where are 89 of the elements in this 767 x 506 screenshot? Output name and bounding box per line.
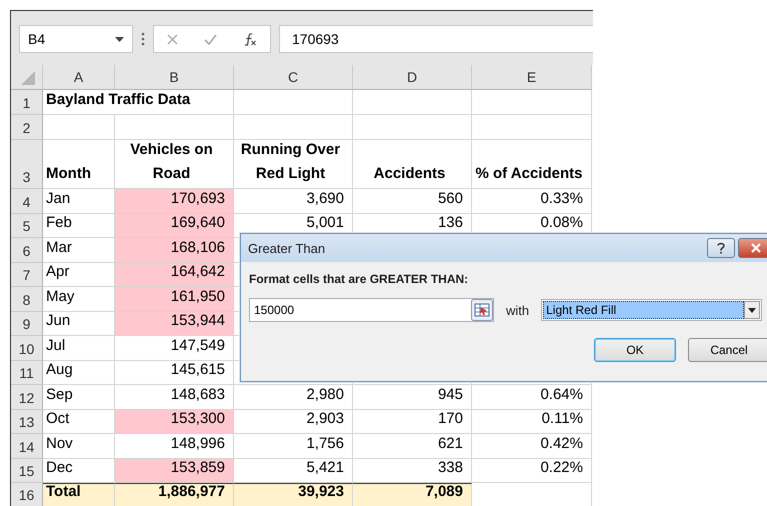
table-cell: 169,640 <box>115 214 234 238</box>
table-cell: Bayland Traffic Data <box>43 90 234 115</box>
table-cell: 0.64% <box>472 385 592 410</box>
table-cell: May <box>43 287 115 312</box>
table-cell: Total <box>43 483 115 506</box>
range-picker-icon[interactable] <box>471 299 493 321</box>
row-header[interactable]: 15 <box>11 458 43 483</box>
table-cell: 0.22% <box>472 458 592 483</box>
row-header[interactable]: 10 <box>11 336 43 360</box>
table-cell: 338 <box>353 458 472 483</box>
table-cell: 153,300 <box>115 410 234 434</box>
table-cell: 1,886,977 <box>115 483 234 506</box>
row-header[interactable]: 12 <box>11 385 43 410</box>
grip-icon <box>141 32 145 46</box>
prompt-label: Format cells that are GREATER THAN: <box>249 272 470 286</box>
table-cell: Month <box>43 140 115 189</box>
table-cell: Vehicles on Road <box>115 140 234 189</box>
column-header[interactable]: E <box>472 65 592 90</box>
table-cell: 170 <box>353 410 472 434</box>
table-cell: Dec <box>43 458 115 483</box>
column-header[interactable]: D <box>353 65 472 90</box>
function-icon[interactable] <box>243 32 257 46</box>
table-cell: Jan <box>43 189 115 214</box>
corner-triangle-icon <box>18 69 34 85</box>
table-cell: 148,996 <box>115 434 234 458</box>
row-header[interactable]: 11 <box>11 360 43 385</box>
table-cell: 0.11% <box>472 410 592 434</box>
column-header[interactable]: B <box>115 65 234 90</box>
row-header[interactable]: 16 <box>11 483 43 506</box>
help-button[interactable] <box>707 238 735 258</box>
row-header[interactable]: 14 <box>11 434 43 458</box>
table-cell: 147,549 <box>115 336 234 360</box>
row-header[interactable]: 7 <box>11 262 43 287</box>
table-cell: 621 <box>353 434 472 458</box>
row-header[interactable]: 3 <box>11 140 43 189</box>
table-cell: 39,923 <box>234 483 353 506</box>
column-header[interactable]: C <box>234 65 353 90</box>
table-cell: 2,980 <box>234 385 353 410</box>
table-cell: 168,106 <box>115 238 234 262</box>
table-cell: 170,693 <box>115 189 234 214</box>
close-button[interactable] <box>738 238 767 258</box>
table-cell: Mar <box>43 238 115 262</box>
table-cell: 148,683 <box>115 385 234 410</box>
dialog-title: Greater Than <box>248 240 326 256</box>
row-header[interactable]: 2 <box>11 115 43 140</box>
table-cell: 164,642 <box>115 262 234 287</box>
row-header[interactable]: 8 <box>11 287 43 312</box>
table-cell: Sep <box>43 385 115 410</box>
table-cell: Oct <box>43 410 115 434</box>
table-cell: Running Over Red Light <box>234 140 353 189</box>
table-cell: Jun <box>43 312 115 336</box>
table-cell: Apr <box>43 262 115 287</box>
close-icon <box>751 243 761 253</box>
table-cell: Accidents <box>353 140 472 189</box>
table-cell: Nov <box>43 434 115 458</box>
column-header[interactable]: A <box>43 65 115 90</box>
table-cell: 145,615 <box>115 360 234 385</box>
row-header[interactable]: 1 <box>11 90 43 115</box>
table-cell: 7,089 <box>353 483 472 506</box>
dropdown-icon <box>115 36 124 42</box>
format-dropdown[interactable]: Light Red Fill <box>541 299 762 321</box>
dialog-button[interactable]: Cancel <box>688 338 767 362</box>
row-header[interactable]: 5 <box>11 214 43 238</box>
table-cell: Aug <box>43 360 115 385</box>
table-cell: 161,950 <box>115 287 234 312</box>
with-label: with <box>506 302 530 318</box>
row-header[interactable]: 4 <box>11 189 43 214</box>
row-header[interactable]: 13 <box>11 410 43 434</box>
table-cell: 153,859 <box>115 458 234 483</box>
table-cell: 5,421 <box>234 458 353 483</box>
dialog-button[interactable]: OK <box>594 338 676 362</box>
dropdown-icon[interactable] <box>744 301 760 319</box>
table-cell: Jul <box>43 336 115 360</box>
table-cell: 1,756 <box>234 434 353 458</box>
table-cell: 153,944 <box>115 312 234 336</box>
table-cell: Feb <box>43 214 115 238</box>
table-cell: 3,690 <box>234 189 353 214</box>
row-header[interactable]: 9 <box>11 312 43 336</box>
table-cell: 560 <box>353 189 472 214</box>
table-cell: % of Accidents <box>472 140 592 189</box>
table-cell: 0.42% <box>472 434 592 458</box>
value-field[interactable]: 150000 <box>249 298 494 322</box>
table-cell: 945 <box>353 385 472 410</box>
formula-field[interactable]: 170693 <box>279 25 593 53</box>
help-icon <box>717 242 725 254</box>
row-header[interactable]: 6 <box>11 238 43 262</box>
name-box[interactable]: B4 <box>19 25 133 53</box>
table-cell: 2,903 <box>234 410 353 434</box>
table-cell: 0.33% <box>472 189 592 214</box>
